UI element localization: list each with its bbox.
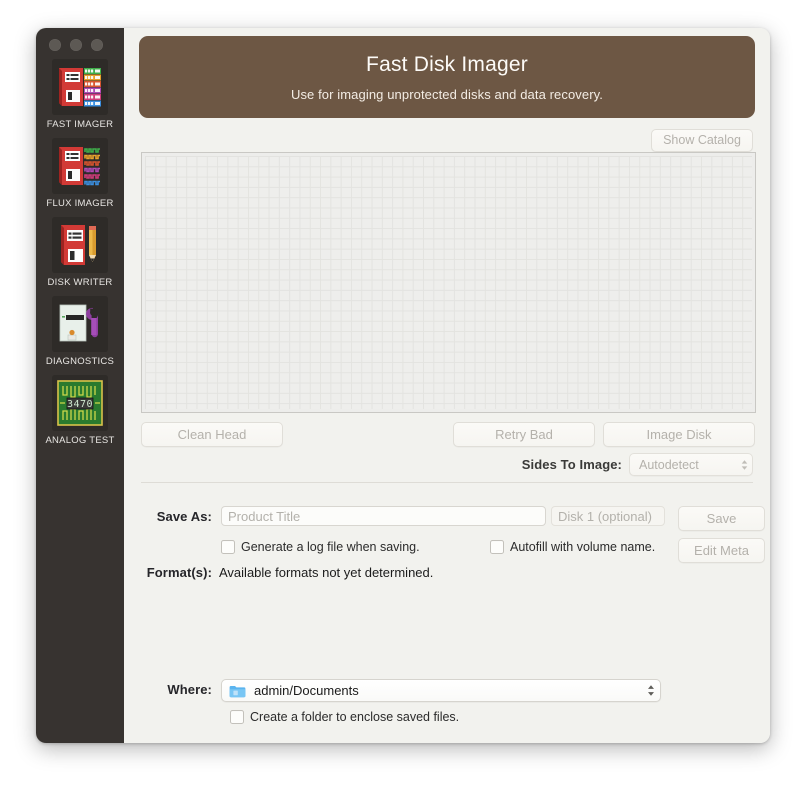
sides-to-image-select[interactable]: Autodetect xyxy=(629,453,753,476)
sides-to-image-label: Sides To Image: xyxy=(521,457,622,472)
save-as-row: Save As: Save xyxy=(124,506,770,531)
sidebar-item-diagnostics[interactable]: DIAGNOSTICS xyxy=(36,296,124,367)
save-button[interactable]: Save xyxy=(678,506,765,531)
formats-label: Format(s): xyxy=(146,565,212,580)
save-as-label: Save As: xyxy=(156,509,212,524)
generate-log-checkbox[interactable]: Generate a log file when saving. xyxy=(221,540,420,554)
formats-value: Available formats not yet determined. xyxy=(219,565,434,580)
sidebar-item-label: ANALOG TEST xyxy=(45,435,115,446)
red-floppy-waveform-icon xyxy=(52,138,108,194)
action-buttons-row: Clean Head Retry Bad Image Disk xyxy=(141,422,755,447)
red-floppy-data-blocks-icon xyxy=(52,59,108,115)
app-banner: Fast Disk Imager Use for imaging unprote… xyxy=(139,36,755,118)
create-folder-label: Create a folder to enclose saved files. xyxy=(250,710,460,724)
main-content: Fast Disk Imager Use for imaging unprote… xyxy=(124,28,770,743)
sidebar-item-analog-test[interactable]: 3470 ANALOG TEST xyxy=(36,375,124,446)
clean-head-button[interactable]: Clean Head xyxy=(141,422,283,447)
sidebar-item-label: DISK WRITER xyxy=(47,277,113,288)
track-map-grid xyxy=(145,156,752,409)
sidebar: FAST IMAGER FLUX IMAGER DISK WRITER DIAG… xyxy=(36,28,124,743)
sides-to-image-row: Sides To Image: Autodetect xyxy=(522,453,753,476)
sidebar-item-disk-writer[interactable]: DISK WRITER xyxy=(36,217,124,288)
show-catalog-button[interactable]: Show Catalog xyxy=(651,129,753,152)
red-floppy-pencil-icon xyxy=(52,217,108,273)
window-controls xyxy=(36,28,124,51)
disk-number-input[interactable] xyxy=(551,506,665,526)
edit-meta-button[interactable]: Edit Meta xyxy=(678,538,765,563)
generate-log-label: Generate a log file when saving. xyxy=(241,540,420,554)
checkbox-box-icon xyxy=(221,540,235,554)
save-options-row: Generate a log file when saving. Autofil… xyxy=(124,538,770,563)
zoom-button-icon[interactable] xyxy=(91,39,103,51)
close-button-icon[interactable] xyxy=(49,39,61,51)
drive-wrench-icon xyxy=(52,296,108,352)
retry-bad-button[interactable]: Retry Bad xyxy=(453,422,595,447)
sidebar-item-label: FLUX IMAGER xyxy=(46,198,114,209)
chevron-updown-icon xyxy=(634,683,656,698)
sidebar-item-label: FAST IMAGER xyxy=(46,119,114,130)
sidebar-item-flux-imager[interactable]: FLUX IMAGER xyxy=(36,138,124,209)
page-title: Fast Disk Imager xyxy=(366,52,528,76)
track-map[interactable] xyxy=(141,152,756,413)
checkbox-box-icon xyxy=(490,540,504,554)
autofill-volume-label: Autofill with volume name. xyxy=(510,540,656,554)
app-window: FAST IMAGER FLUX IMAGER DISK WRITER DIAG… xyxy=(36,28,770,743)
minimize-button-icon[interactable] xyxy=(70,39,82,51)
circuit-board-icon: 3470 xyxy=(52,375,108,431)
blue-folder-icon xyxy=(229,685,246,697)
sides-to-image-value: Autodetect xyxy=(639,457,699,472)
create-folder-checkbox[interactable]: Create a folder to enclose saved files. xyxy=(230,710,459,724)
sidebar-item-fast-imager[interactable]: FAST IMAGER xyxy=(36,59,124,130)
autofill-volume-checkbox[interactable]: Autofill with volume name. xyxy=(490,540,655,554)
sidebar-item-label: DIAGNOSTICS xyxy=(45,356,115,367)
chevron-updown-icon xyxy=(728,458,749,472)
where-row: Where: admin/Documents xyxy=(124,679,770,703)
page-subtitle: Use for imaging unprotected disks and da… xyxy=(290,86,604,102)
section-divider xyxy=(141,482,753,483)
where-select[interactable]: admin/Documents xyxy=(221,679,661,702)
svg-text:3470: 3470 xyxy=(67,399,93,410)
checkbox-box-icon xyxy=(230,710,244,724)
image-disk-button[interactable]: Image Disk xyxy=(603,422,755,447)
product-title-input[interactable] xyxy=(221,506,546,526)
where-value: admin/Documents xyxy=(254,683,359,698)
where-label: Where: xyxy=(167,682,212,697)
show-catalog-container: Show Catalog xyxy=(651,129,753,152)
